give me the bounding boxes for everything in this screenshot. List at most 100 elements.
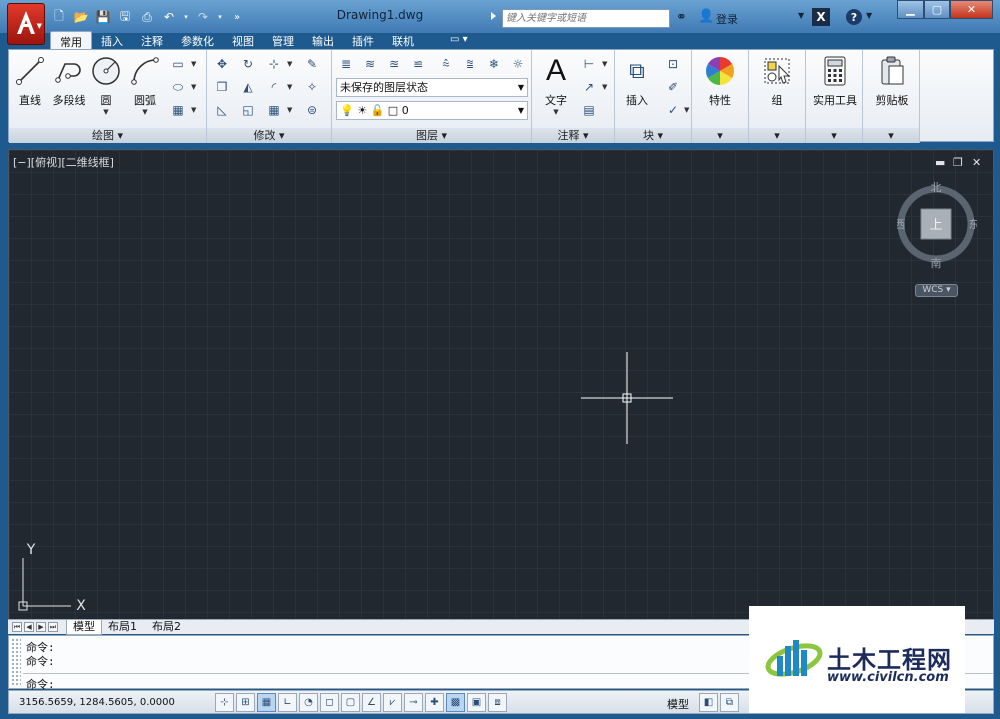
layer-state-icon[interactable]: ≋ <box>360 54 380 74</box>
object-snap-icon[interactable]: ◻ <box>320 693 339 712</box>
chevron-down-icon[interactable]: ▼ <box>866 11 872 20</box>
minimize-button[interactable]: ▁ <box>897 0 924 19</box>
chevron-down-icon[interactable]: ▼ <box>103 108 108 116</box>
chevron-down-icon[interactable]: ▼ <box>602 60 607 68</box>
hatch-icon[interactable]: ▦ <box>168 100 188 120</box>
layer-dropdown[interactable]: 💡 ☀ 🔓 □ 0 ▼ <box>336 101 528 120</box>
fillet-icon[interactable]: ◜ <box>264 77 284 97</box>
redo-dropdown-icon[interactable]: ▾ <box>216 8 224 26</box>
application-menu-button[interactable]: ▼ <box>7 3 45 45</box>
layer-off-icon[interactable]: ☼ <box>508 54 528 74</box>
save-icon[interactable]: 💾 <box>94 8 112 26</box>
chevron-down-icon[interactable]: ▼ <box>553 108 558 116</box>
layer-state-dropdown[interactable]: 未保存的图层状态 ▼ <box>336 78 528 97</box>
maximize-button[interactable]: ▢ <box>924 0 950 19</box>
viewcube[interactable]: 北 南 西 东 上 <box>897 180 977 270</box>
chevron-down-icon[interactable]: ▼ <box>142 108 147 116</box>
layout-tab-model[interactable]: 模型 <box>66 620 102 635</box>
chevron-down-icon[interactable]: ▼ <box>602 83 607 91</box>
layer-isolate-icon[interactable]: ≊ <box>384 54 404 74</box>
layout-tab-layout2[interactable]: 布局2 <box>146 620 187 635</box>
tab-output[interactable]: 输出 <box>303 31 343 50</box>
next-layout-icon[interactable]: ▶ <box>36 622 46 632</box>
first-layout-icon[interactable]: ⏮ <box>12 622 22 632</box>
transparency-icon[interactable]: ▩ <box>446 693 465 712</box>
trim-icon[interactable]: ⊹ <box>264 54 284 74</box>
command-window-grip[interactable] <box>11 638 21 686</box>
help-icon[interactable]: ? <box>846 9 862 25</box>
quick-view-drawings-icon[interactable]: ⧉ <box>720 693 739 712</box>
explode-icon[interactable]: ✧ <box>302 77 322 97</box>
scale-icon[interactable]: ◱ <box>238 100 258 120</box>
utilities-panel-expander[interactable]: ▾ <box>806 128 862 143</box>
layers-panel-title[interactable]: 图层 ▾ <box>332 128 531 143</box>
layer-properties-icon[interactable]: ≣ <box>336 54 356 74</box>
rectangle-icon[interactable]: ▭ <box>168 54 188 74</box>
chevron-down-icon[interactable]: ▼ <box>191 106 196 114</box>
layout-tab-layout1[interactable]: 布局1 <box>102 620 143 635</box>
redo-icon[interactable]: ↷ <box>194 8 212 26</box>
wcs-menu[interactable]: WCS ▾ <box>915 284 958 297</box>
tab-home[interactable]: 常用 <box>50 31 92 50</box>
layer-unisolate-icon[interactable]: ≌ <box>408 54 428 74</box>
array-icon[interactable]: ▦ <box>264 100 284 120</box>
ribbon-minimize-icon[interactable]: ▭ ▾ <box>450 34 468 45</box>
tab-plugins[interactable]: 插件 <box>343 31 383 50</box>
open-folder-icon[interactable]: 📂 <box>72 8 90 26</box>
chevron-down-icon[interactable]: ▼ <box>287 83 292 91</box>
quick-view-layouts-icon[interactable]: ◧ <box>699 693 718 712</box>
search-input[interactable] <box>502 9 670 28</box>
layer-previous-icon[interactable]: ⩰ <box>460 54 480 74</box>
new-file-icon[interactable]: 🗋 <box>50 8 68 26</box>
create-block-icon[interactable]: ⊡ <box>663 54 683 74</box>
tab-view[interactable]: 视图 <box>223 31 263 50</box>
undo-dropdown-icon[interactable]: ▾ <box>182 8 190 26</box>
snap-mode-icon[interactable]: ⊞ <box>236 693 255 712</box>
edit-attributes-icon[interactable]: ✓ <box>663 100 683 120</box>
3d-object-snap-icon[interactable]: ▢ <box>341 693 360 712</box>
groups-panel-expander[interactable]: ▾ <box>749 128 805 143</box>
grid-display-icon[interactable]: ▦ <box>257 693 276 712</box>
chevron-down-icon[interactable]: ▼ <box>191 60 196 68</box>
annotation-panel-title[interactable]: 注释 ▾ <box>532 128 614 143</box>
text-button[interactable]: A 文字 ▼ <box>537 54 575 116</box>
insert-button[interactable]: ⧉ 插入 <box>619 54 655 108</box>
properties-panel-expander[interactable]: ▾ <box>692 128 748 143</box>
close-button[interactable]: ✕ <box>950 0 993 19</box>
leader-icon[interactable]: ↗ <box>579 77 599 97</box>
mirror-icon[interactable]: ◭ <box>238 77 258 97</box>
group-button[interactable]: 组 <box>759 54 795 108</box>
draw-panel-title[interactable]: 绘图 ▾ <box>9 128 206 143</box>
binoculars-icon[interactable]: ⚭ <box>676 10 687 25</box>
infer-constraints-icon[interactable]: ⊹ <box>215 693 234 712</box>
circle-button[interactable]: 圆 ▼ <box>89 54 123 116</box>
last-layout-icon[interactable]: ⏭ <box>48 622 58 632</box>
line-button[interactable]: 直线 <box>13 54 47 108</box>
tab-insert[interactable]: 插入 <box>92 31 132 50</box>
chevron-down-icon[interactable]: ▼ <box>287 60 292 68</box>
erase-icon[interactable]: ✎ <box>302 54 322 74</box>
lineweight-icon[interactable]: ✚ <box>425 693 444 712</box>
search-expand-icon[interactable] <box>491 12 496 20</box>
tab-manage[interactable]: 管理 <box>263 31 303 50</box>
print-icon[interactable]: ⎙ <box>138 8 156 26</box>
dynamic-ucs-icon[interactable]: ⩗ <box>383 693 402 712</box>
more-icon[interactable]: » <box>228 8 246 26</box>
stretch-icon[interactable]: ◺ <box>212 100 232 120</box>
drawing-viewport[interactable]: [−][俯视][二维线框] ▬ ❐ ✕ 北 南 西 东 上 WCS ▾ Y X <box>8 149 994 620</box>
tab-parametric[interactable]: 参数化 <box>172 31 223 50</box>
save-as-icon[interactable]: 🖫 <box>116 8 134 26</box>
arc-button[interactable]: 圆弧 ▼ <box>127 54 163 116</box>
ellipse-icon[interactable]: ⬭ <box>168 77 188 97</box>
clipboard-button[interactable]: 剪贴板 <box>869 54 915 108</box>
login-button[interactable]: 登录 <box>716 11 738 27</box>
clipboard-panel-expander[interactable]: ▾ <box>863 128 919 143</box>
dynamic-input-icon[interactable]: ⊸ <box>404 693 423 712</box>
previous-layout-icon[interactable]: ◀ <box>24 622 34 632</box>
table-icon[interactable]: ▤ <box>579 100 599 120</box>
edit-block-icon[interactable]: ✐ <box>663 77 683 97</box>
copy-icon[interactable]: ❐ <box>212 77 232 97</box>
chevron-down-icon[interactable]: ▼ <box>684 106 689 114</box>
undo-icon[interactable]: ↶ <box>160 8 178 26</box>
layer-match-icon[interactable]: ⩯ <box>436 54 456 74</box>
